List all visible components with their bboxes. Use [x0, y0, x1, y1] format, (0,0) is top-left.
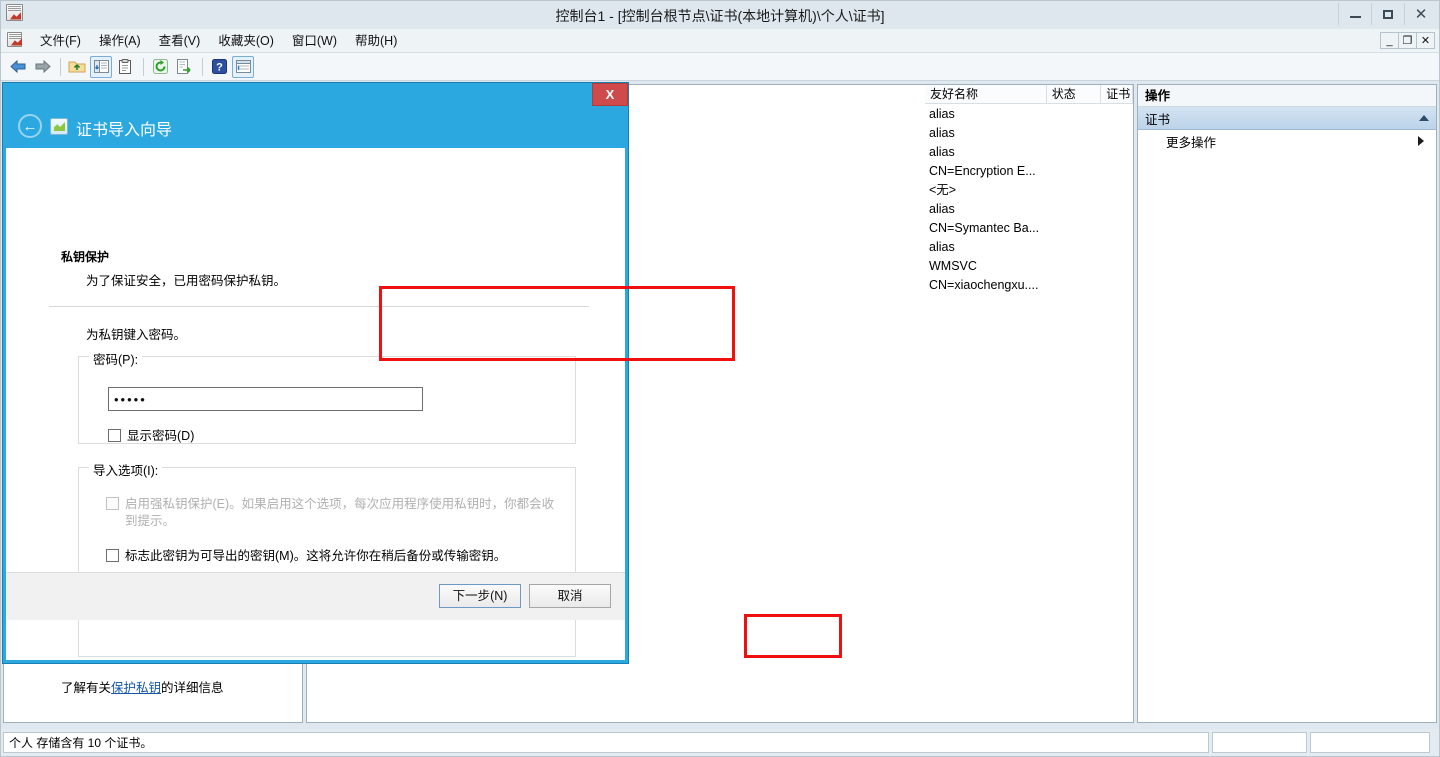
list-item[interactable]: alias [925, 124, 1133, 143]
column-header-certificate[interactable]: 证书 [1101, 85, 1133, 103]
chevron-up-icon[interactable] [1419, 115, 1429, 121]
show-password-label: 显示密码(D) [127, 429, 195, 443]
action-more-actions[interactable]: 更多操作 [1138, 130, 1436, 152]
certificate-import-wizard-dialog: ← 证书导入向导 X 私钥保护 为了保证安全，已用密码保护私钥。 为私钥键入密码… [3, 83, 628, 695]
actions-group-label: 证书 [1145, 112, 1171, 127]
menu-help[interactable]: 帮助(H) [346, 30, 406, 52]
forward-arrow-icon[interactable] [31, 56, 53, 78]
mdi-restore-button[interactable]: ❐ [1398, 32, 1417, 49]
show-password-checkbox[interactable] [108, 429, 121, 442]
toolbar-separator [202, 57, 203, 76]
divider [49, 306, 589, 307]
protect-private-key-link[interactable]: 保护私钥 [111, 681, 161, 695]
cancel-button[interactable]: 取消 [529, 584, 611, 608]
learn-more-text: 了解有关保护私钥的详细信息 [61, 677, 224, 696]
dialog-footer: 下一步(N) 取消 [6, 572, 625, 620]
list-item[interactable]: CN=Encryption E... [925, 162, 1133, 181]
import-options-group-label: 导入选项(I): [89, 460, 163, 479]
status-bar: 个人 存储含有 10 个证书。 [1, 729, 1439, 756]
show-password-checkbox-row[interactable]: 显示密码(D) [108, 428, 194, 445]
section-subtitle: 为了保证安全，已用密码保护私钥。 [86, 274, 287, 288]
menu-favorites[interactable]: 收藏夹(O) [209, 30, 283, 52]
up-folder-icon[interactable] [66, 56, 88, 78]
mark-key-exportable-label: 标志此密钥为可导出的密钥(M)。这将允许你在稍后备份或传输密钥。 [125, 549, 507, 563]
mmc-console-icon [6, 3, 28, 26]
actions-pane: 操作 证书 更多操作 [1137, 84, 1437, 723]
dialog-title: 证书导入向导 [76, 122, 173, 139]
toolbar-separator [60, 57, 61, 76]
toolbar: ? [1, 53, 1439, 81]
window-close-button[interactable]: ✕ [1404, 3, 1437, 25]
console-content: 控制台根节点证书(本地计算机)个人证书受信任的根证书颁发机构企业信任中间证书颁发… [1, 82, 1439, 726]
status-cell-3 [1310, 732, 1430, 753]
help-question-icon[interactable]: ? [208, 56, 230, 78]
password-input[interactable]: ••••• [108, 387, 423, 411]
certificate-wizard-icon [50, 118, 68, 135]
mdi-document-icon [7, 31, 25, 50]
menu-bar: 文件(F) 操作(A) 查看(V) 收藏夹(O) 窗口(W) 帮助(H) _ ❐… [1, 29, 1439, 53]
view-pane-icon[interactable] [232, 55, 254, 78]
list-item[interactable]: WMSVC [925, 257, 1133, 276]
dialog-header: ← 证书导入向导 X [6, 83, 628, 148]
list-item[interactable]: CN=Symantec Ba... [925, 219, 1133, 238]
dialog-body: 私钥保护 为了保证安全，已用密码保护私钥。 为私钥键入密码。 密码(P): ••… [6, 148, 625, 695]
list-column-headers: 友好名称 状态 证书 [925, 85, 1133, 104]
mmc-console-window: 控制台1 - [控制台根节点\证书(本地计算机)\个人\证书] ✕ 文件(F) … [0, 0, 1440, 757]
list-item[interactable]: <无> [925, 181, 1133, 200]
window-maximize-button[interactable] [1371, 3, 1404, 25]
mark-key-exportable-checkbox[interactable] [106, 549, 119, 562]
export-list-icon[interactable] [173, 56, 195, 78]
menu-view[interactable]: 查看(V) [150, 30, 210, 52]
window-controls: ✕ [1338, 3, 1437, 25]
list-item[interactable]: alias [925, 200, 1133, 219]
next-button[interactable]: 下一步(N) [439, 584, 521, 608]
list-item[interactable]: alias [925, 143, 1133, 162]
list-item[interactable]: alias [925, 238, 1133, 257]
status-text: 个人 存储含有 10 个证书。 [3, 732, 1209, 753]
password-prompt: 为私钥键入密码。 [86, 328, 187, 342]
window-minimize-button[interactable] [1338, 3, 1371, 25]
toolbar-separator [143, 57, 144, 76]
actions-group-certificates[interactable]: 证书 [1138, 107, 1436, 130]
menu-action[interactable]: 操作(A) [90, 30, 150, 52]
strong-key-protection-checkbox [106, 497, 119, 510]
actions-pane-title: 操作 [1138, 85, 1436, 107]
window-titlebar: 控制台1 - [控制台根节点\证书(本地计算机)\个人\证书] ✕ [1, 1, 1439, 28]
mdi-minimize-button[interactable]: _ [1380, 32, 1399, 49]
column-header-friendly-name[interactable]: 友好名称 [925, 85, 1047, 103]
show-hide-tree-icon[interactable] [90, 55, 112, 78]
back-circle-icon[interactable]: ← [18, 114, 42, 138]
strong-key-protection-label: 启用强私钥保护(E)。如果启用这个选项，每次应用程序使用私钥时，你都会收到提示。 [125, 497, 555, 528]
back-arrow-icon[interactable] [7, 56, 29, 78]
learn-more-suffix: 的详细信息 [161, 681, 224, 695]
menu-file[interactable]: 文件(F) [31, 30, 90, 52]
window-title: 控制台1 - [控制台根节点\证书(本地计算机)\个人\证书] [555, 8, 885, 24]
mdi-close-button[interactable]: ✕ [1416, 32, 1435, 49]
password-group-label: 密码(P): [89, 349, 143, 368]
refresh-icon[interactable] [149, 56, 171, 78]
action-more-actions-label: 更多操作 [1166, 135, 1217, 150]
learn-more-prefix: 了解有关 [61, 681, 112, 695]
properties-clipboard-icon[interactable] [114, 56, 136, 78]
mark-key-exportable-row[interactable]: 标志此密钥为可导出的密钥(M)。这将允许你在稍后备份或传输密钥。 [106, 548, 561, 565]
list-item[interactable]: CN=xiaochengxu.... [925, 276, 1133, 295]
svg-text:?: ? [216, 62, 223, 74]
column-header-status[interactable]: 状态 [1047, 85, 1102, 103]
status-cell-2 [1212, 732, 1307, 753]
menu-window[interactable]: 窗口(W) [283, 30, 346, 52]
strong-key-protection-row: 启用强私钥保护(E)。如果启用这个选项，每次应用程序使用私钥时，你都会收到提示。 [106, 496, 561, 530]
mdi-window-controls: _ ❐ ✕ [1380, 32, 1435, 49]
certificates-rows: alias alias alias CN=Encryption E... <无> alia… [925, 105, 1133, 295]
chevron-right-icon [1418, 136, 1424, 146]
dialog-close-button[interactable]: X [592, 83, 628, 106]
list-item[interactable]: alias [925, 105, 1133, 124]
section-title: 私钥保护 [61, 250, 110, 264]
